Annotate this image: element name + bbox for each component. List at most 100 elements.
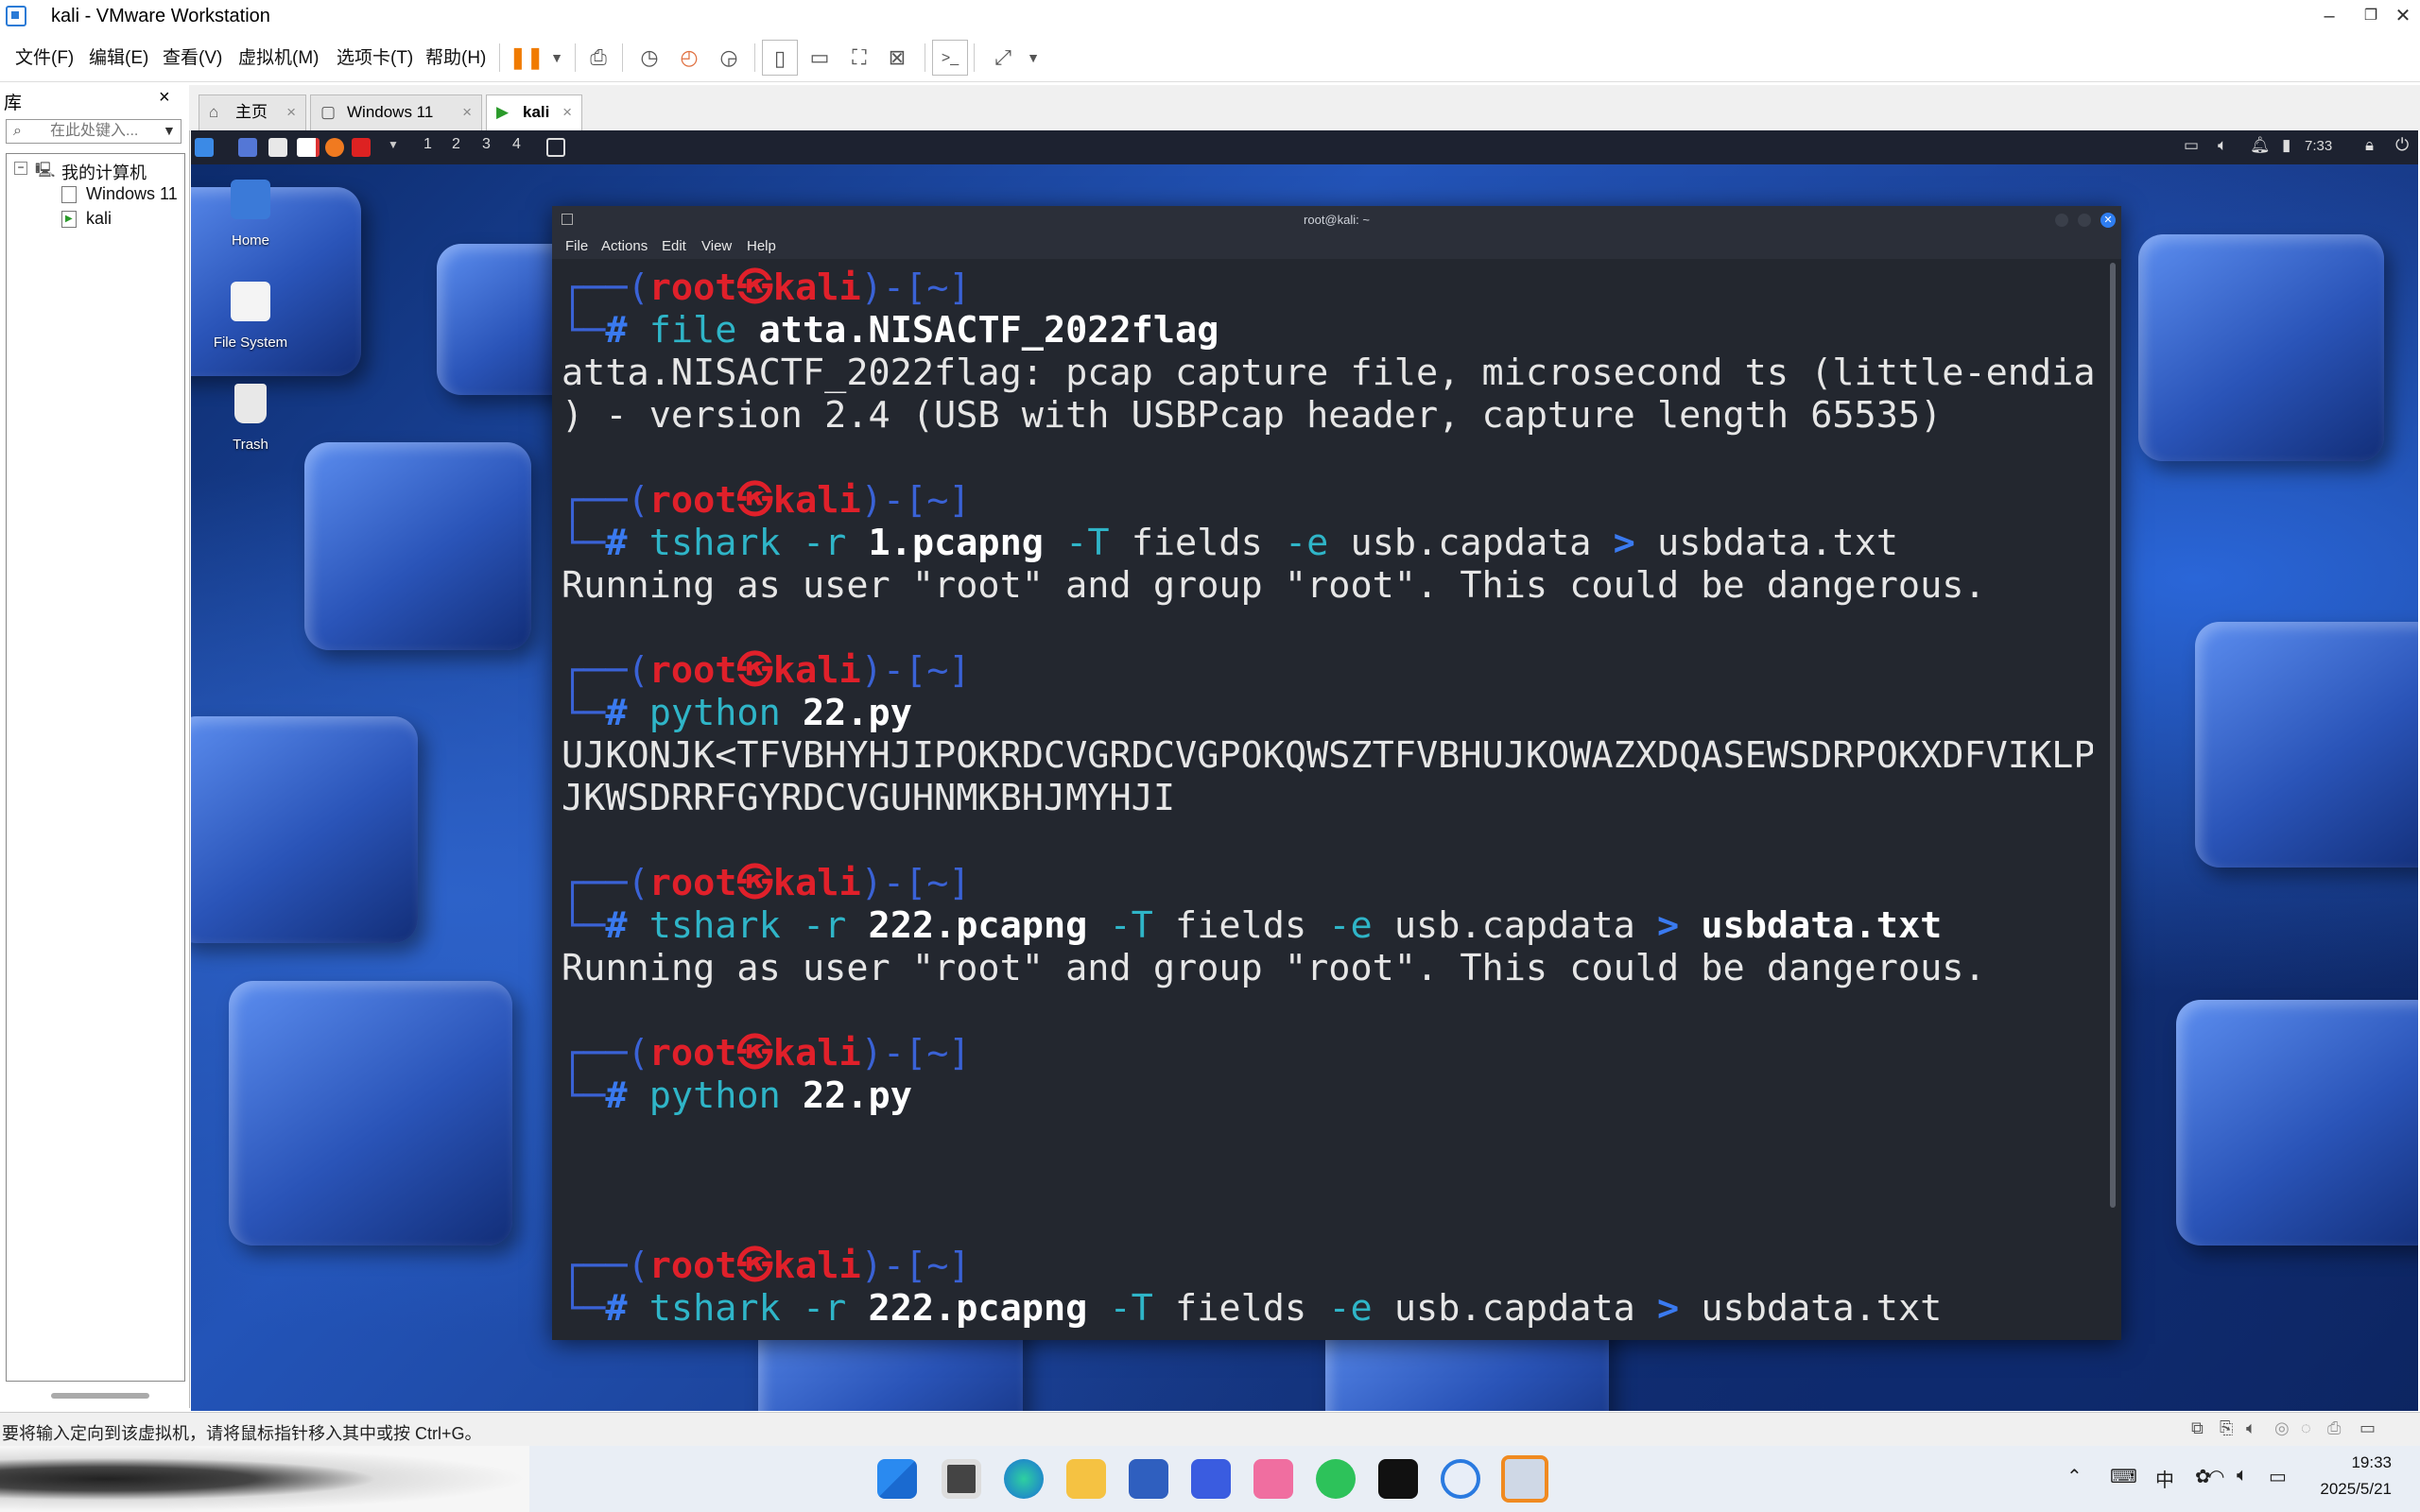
- text-editor-icon[interactable]: [297, 138, 320, 157]
- file-manager-icon[interactable]: [268, 138, 287, 157]
- microsoft-store-icon[interactable]: [1129, 1459, 1168, 1499]
- library-search-input[interactable]: 在此处键入...: [6, 119, 182, 144]
- workspace-3[interactable]: 3: [482, 136, 491, 153]
- menu-file[interactable]: 文件(F): [15, 43, 74, 69]
- hdd-device-icon[interactable]: ◌: [2301, 1418, 2311, 1438]
- menu-help[interactable]: 帮助(H): [425, 43, 486, 69]
- taskbar-date[interactable]: 2025/5/21: [2278, 1480, 2392, 1499]
- kali-menu-icon[interactable]: [195, 138, 214, 157]
- terminal-window-icon[interactable]: [546, 138, 565, 157]
- volume-icon[interactable]: 🔈︎: [2218, 136, 2227, 155]
- chevron-down-icon[interactable]: ▼: [163, 123, 176, 138]
- chevron-down-icon[interactable]: ▼: [1015, 40, 1051, 76]
- tab-close-button[interactable]: ×: [562, 95, 572, 129]
- snapshot-icon[interactable]: ◷: [631, 40, 667, 76]
- tree-item-kali[interactable]: kali: [86, 209, 112, 229]
- tab-home[interactable]: ⌂ 主页 ×: [199, 94, 306, 130]
- workspace-4[interactable]: 4: [512, 136, 521, 153]
- keyboard-icon[interactable]: ⌨: [2110, 1465, 2137, 1488]
- message-log-icon[interactable]: ▭: [2360, 1418, 2376, 1438]
- terminal-scrollbar[interactable]: [2110, 263, 2116, 1208]
- taskbar-time[interactable]: 19:33: [2278, 1453, 2392, 1472]
- drive-icon[interactable]: [231, 282, 270, 321]
- minimize-button[interactable]: [2055, 214, 2068, 227]
- menu-tabs[interactable]: 选项卡(T): [337, 43, 413, 69]
- wifi-glyph-icon[interactable]: ◠: [2208, 1465, 2224, 1488]
- desktop-icon-label[interactable]: Trash: [199, 437, 302, 453]
- tab-windows11[interactable]: ▢ Windows 11 ×: [310, 94, 482, 130]
- qq-icon[interactable]: [1378, 1459, 1418, 1499]
- console-view-icon[interactable]: >_: [932, 40, 968, 76]
- tree-item-windows11[interactable]: Windows 11: [86, 184, 181, 204]
- battery-icon[interactable]: ▮: [2282, 136, 2290, 155]
- file-explorer-icon[interactable]: [1066, 1459, 1106, 1499]
- ime-indicator[interactable]: 中: [2155, 1465, 2174, 1492]
- desktop-icon-label[interactable]: Home: [199, 232, 302, 249]
- trash-icon[interactable]: [234, 384, 267, 423]
- chevron-down-icon[interactable]: ▼: [539, 40, 575, 76]
- terminal-menu-edit[interactable]: Edit: [662, 238, 686, 254]
- lock-icon[interactable]: 🔒︎: [2365, 136, 2374, 155]
- volume-icon[interactable]: 🔈︎: [2237, 1465, 2248, 1486]
- output-line: ) - version 2.4 (USB with USBPcap header…: [562, 394, 1943, 437]
- workspace-2[interactable]: 2: [452, 136, 460, 153]
- notification-bell-icon[interactable]: 🔔︎: [2250, 136, 2271, 155]
- vmware-taskbar-icon[interactable]: [1501, 1455, 1548, 1503]
- task-view-icon[interactable]: [942, 1459, 981, 1499]
- windows-start-icon[interactable]: [877, 1459, 917, 1499]
- sidebar-scrollbar[interactable]: [51, 1393, 149, 1399]
- edge-browser-icon[interactable]: [1004, 1459, 1044, 1499]
- search-tool-icon[interactable]: [1441, 1459, 1480, 1499]
- printer-device-icon[interactable]: ⎙: [2327, 1418, 2341, 1438]
- terminal-titlebar[interactable]: root@kali: ~ ✕: [552, 206, 2121, 234]
- visual-studio-icon[interactable]: [1191, 1459, 1231, 1499]
- command-token: tshark: [648, 522, 803, 564]
- display-icon[interactable]: ▭: [2184, 136, 2199, 155]
- show-desktop-icon[interactable]: [238, 138, 257, 157]
- terminal-window[interactable]: root@kali: ~ ✕ File Actions Edit View He…: [552, 206, 2121, 1340]
- wechat-icon[interactable]: [1316, 1459, 1356, 1499]
- terminal-menu-view[interactable]: View: [701, 238, 732, 254]
- fullscreen-icon[interactable]: ⛶: [841, 40, 877, 76]
- sound-device-icon[interactable]: 🔈︎: [2246, 1418, 2256, 1438]
- terminal-menu-actions[interactable]: Actions: [601, 238, 648, 254]
- usb-device-icon[interactable]: ⎘: [2220, 1418, 2233, 1438]
- library-close-button[interactable]: ×: [159, 87, 170, 109]
- close-button[interactable]: ✕: [2380, 0, 2420, 32]
- panel-clock[interactable]: 7:33: [2305, 138, 2332, 154]
- unity-icon[interactable]: ⊠: [879, 40, 915, 76]
- tab-kali[interactable]: ▶ kali ×: [486, 94, 582, 130]
- tree-item-my-computer[interactable]: 我的计算机: [61, 160, 147, 184]
- menu-edit[interactable]: 编辑(E): [89, 43, 148, 69]
- minimize-button[interactable]: –: [2307, 0, 2352, 32]
- send-ctrl-alt-del-icon[interactable]: ⎙: [580, 40, 616, 76]
- terminal-menu-file[interactable]: File: [565, 238, 588, 254]
- revert-snapshot-icon[interactable]: ◴: [671, 40, 707, 76]
- close-icon[interactable]: ✕: [2100, 213, 2116, 228]
- maximize-button[interactable]: [2078, 214, 2091, 227]
- desktop-icon-label[interactable]: File System: [199, 335, 302, 351]
- vmware-logo-icon: [6, 6, 26, 26]
- home-folder-icon[interactable]: [231, 180, 270, 219]
- menu-view[interactable]: 查看(V): [163, 43, 222, 69]
- tab-close-button[interactable]: ×: [462, 95, 472, 129]
- snapshot-manager-icon[interactable]: ◶: [711, 40, 747, 76]
- command-line: └─# tshark -r 222.pcapng -T fields -e us…: [562, 904, 2093, 947]
- firefox-icon[interactable]: [325, 138, 344, 157]
- output-line: atta.NISACTF_2022flag: pcap capture file…: [562, 352, 2093, 394]
- bilibili-icon[interactable]: [1253, 1459, 1293, 1499]
- menu-vm[interactable]: 虚拟机(M): [238, 43, 319, 69]
- workspace-1[interactable]: 1: [424, 136, 432, 153]
- chevron-up-icon[interactable]: ⌃: [2066, 1465, 2083, 1488]
- show-library-icon[interactable]: ▯: [762, 40, 798, 76]
- terminal-output[interactable]: ┌──(root㉿kali)-[~] └─# file atta.NISACTF_…: [562, 266, 2093, 1334]
- collapse-toggle-icon[interactable]: −: [14, 162, 27, 175]
- cd-device-icon[interactable]: ◎: [2274, 1418, 2290, 1438]
- network-device-icon[interactable]: ⧉: [2191, 1418, 2204, 1438]
- tab-close-button[interactable]: ×: [286, 95, 296, 129]
- chevron-down-icon[interactable]: ▼: [388, 138, 399, 151]
- power-icon[interactable]: ⏻: [2395, 135, 2409, 155]
- thumbnail-bar-icon[interactable]: ▭: [802, 40, 838, 76]
- terminal-menu-help[interactable]: Help: [747, 238, 776, 254]
- terminal-launcher-icon[interactable]: [352, 138, 371, 157]
